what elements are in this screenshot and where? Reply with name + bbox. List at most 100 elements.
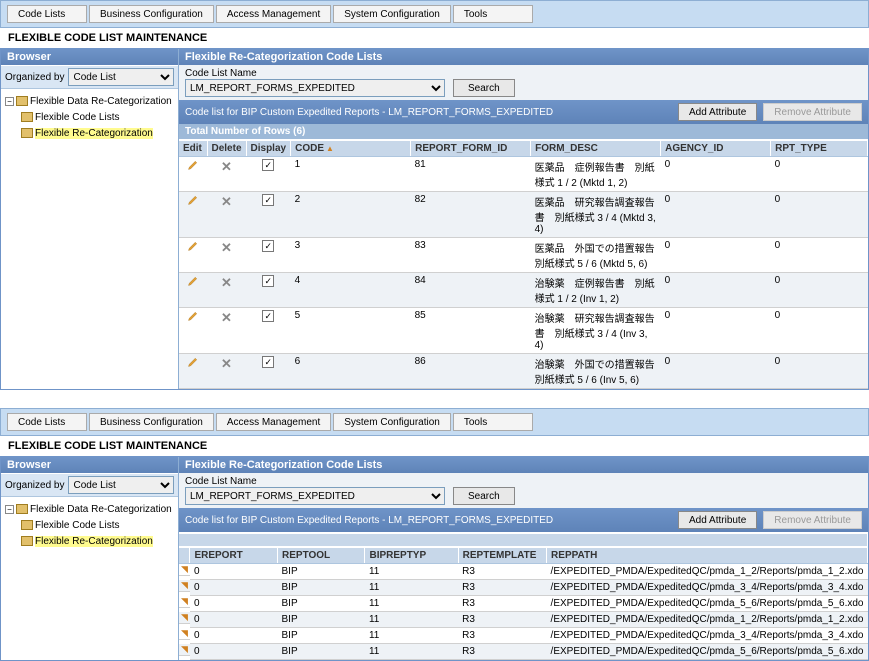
edit-icon[interactable] [183, 310, 203, 322]
tab-code-lists[interactable]: Code Lists [7, 413, 87, 431]
cell-rfid: 83 [411, 238, 531, 273]
tree: − Flexible Data Re-Categorization Flexib… [1, 497, 178, 559]
organized-by-label: Organized by [5, 72, 64, 83]
delete-icon[interactable]: ✕ [211, 194, 242, 210]
organized-by-row: Organized by Code List [1, 65, 178, 89]
tab-access-mgmt[interactable]: Access Management [216, 413, 331, 431]
cell-rfid: 86 [411, 354, 531, 389]
edit-icon[interactable] [183, 356, 203, 368]
col-ereport[interactable]: EREPORT [190, 547, 278, 564]
folder-icon [21, 128, 33, 138]
folder-icon [16, 96, 28, 106]
tab-business-config[interactable]: Business Configuration [89, 413, 214, 431]
col-agency-id[interactable]: AGENCY_ID [661, 140, 771, 157]
display-checkbox[interactable]: ✓ [262, 310, 274, 322]
table-row: ✕✓282医薬品 研究報告調査報告書 別紙様式 3 / 4 (Mktd 3, 4… [179, 192, 868, 238]
cell-rtype: 0 [771, 273, 868, 308]
col-code[interactable]: CODE▲ [291, 140, 411, 157]
organized-by-label: Organized by [5, 480, 64, 491]
tree-node-recat[interactable]: Flexible Re-Categorization [5, 533, 174, 549]
grid-a: Edit Delete Display CODE▲ REPORT_FORM_ID… [179, 139, 868, 389]
edit-icon[interactable] [183, 159, 203, 171]
col-reptemplate[interactable]: REPTEMPLATE [458, 547, 546, 564]
cell-rtype: 0 [771, 238, 868, 273]
search-button[interactable]: Search [453, 487, 515, 505]
code-list-name-label: Code List Name [185, 476, 445, 487]
cell-agency: 0 [661, 192, 771, 238]
detail-header: Code list for BIP Custom Expedited Repor… [179, 100, 868, 124]
table-row: ✕✓585治験薬 研究報告調査報告書 別紙様式 3 / 4 (Inv 3, 4)… [179, 308, 868, 354]
cell-rfid: 84 [411, 273, 531, 308]
add-attribute-button[interactable]: Add Attribute [678, 511, 757, 529]
tree-node-code-lists[interactable]: Flexible Code Lists [5, 109, 174, 125]
tab-business-config[interactable]: Business Configuration [89, 5, 214, 23]
delete-icon[interactable]: ✕ [211, 356, 242, 372]
code-list-name-select[interactable]: LM_REPORT_FORMS_EXPEDITED [185, 487, 445, 505]
cell-rtype: 0 [771, 192, 868, 238]
row-marker-icon: ◥ [179, 612, 190, 624]
remove-attribute-button: Remove Attribute [763, 511, 862, 529]
folder-icon [16, 504, 28, 514]
bottom-screenshot: Code Lists Business Configuration Access… [0, 408, 869, 661]
cell-fdesc: 治験薬 症例報告書 別紙様式 1 / 2 (Inv 1, 2) [531, 273, 661, 308]
search-row: Code List Name LM_REPORT_FORMS_EXPEDITED… [179, 65, 868, 100]
cell-bipreptyp: 11 [365, 564, 458, 580]
organized-by-select[interactable]: Code List [68, 68, 174, 86]
cell-bipreptyp: 11 [365, 580, 458, 596]
tab-code-lists[interactable]: Code Lists [7, 5, 87, 23]
row-marker-icon: ◥ [179, 580, 190, 592]
table-row: ◥0BIP11R3/EXPEDITED_PMDA/ExpeditedQC/pmd… [179, 580, 868, 596]
add-attribute-button[interactable]: Add Attribute [678, 103, 757, 121]
cell-code: 3 [291, 238, 411, 273]
cell-code: 5 [291, 308, 411, 354]
tree-label: Flexible Code Lists [35, 520, 119, 531]
col-reptool[interactable]: REPTOOL [278, 547, 365, 564]
folder-icon [21, 536, 33, 546]
col-report-form-id[interactable]: REPORT_FORM_ID [411, 140, 531, 157]
detail-title: Code list for BIP Custom Expedited Repor… [185, 515, 553, 526]
cell-bipreptyp: 11 [365, 644, 458, 660]
col-form-desc[interactable]: FORM_DESC [531, 140, 661, 157]
tree-node-code-lists[interactable]: Flexible Code Lists [5, 517, 174, 533]
tab-access-mgmt[interactable]: Access Management [216, 5, 331, 23]
cell-code: 4 [291, 273, 411, 308]
row-marker-icon: ◥ [179, 628, 190, 640]
col-corner [179, 547, 190, 564]
delete-icon[interactable]: ✕ [211, 275, 242, 291]
code-list-name-select[interactable]: LM_REPORT_FORMS_EXPEDITED [185, 79, 445, 97]
display-checkbox[interactable]: ✓ [262, 159, 274, 171]
tree-root[interactable]: − Flexible Data Re-Categorization [5, 93, 174, 109]
cell-code: 2 [291, 192, 411, 238]
tab-tools[interactable]: Tools [453, 413, 533, 431]
edit-icon[interactable] [183, 240, 203, 252]
display-checkbox[interactable]: ✓ [262, 240, 274, 252]
row-marker-icon: ◥ [179, 564, 190, 576]
minus-icon[interactable]: − [5, 505, 14, 514]
col-delete: Delete [207, 140, 246, 157]
col-reppath[interactable]: REPPATH [547, 547, 868, 564]
page-title: FLEXIBLE CODE LIST MAINTENANCE [0, 28, 869, 48]
cell-agency: 0 [661, 157, 771, 192]
delete-icon[interactable]: ✕ [211, 240, 242, 256]
edit-icon[interactable] [183, 194, 203, 206]
cell-reppath: /EXPEDITED_PMDA/ExpeditedQC/pmda_5_6/Rep… [547, 644, 868, 660]
tab-tools[interactable]: Tools [453, 5, 533, 23]
tab-system-config[interactable]: System Configuration [333, 413, 451, 431]
cell-rfid: 85 [411, 308, 531, 354]
display-checkbox[interactable]: ✓ [262, 275, 274, 287]
tab-system-config[interactable]: System Configuration [333, 5, 451, 23]
display-checkbox[interactable]: ✓ [262, 194, 274, 206]
delete-icon[interactable]: ✕ [211, 310, 242, 326]
organized-by-select[interactable]: Code List [68, 476, 174, 494]
delete-icon[interactable]: ✕ [211, 159, 242, 175]
remove-attribute-button: Remove Attribute [763, 103, 862, 121]
edit-icon[interactable] [183, 275, 203, 287]
search-button[interactable]: Search [453, 79, 515, 97]
display-checkbox[interactable]: ✓ [262, 356, 274, 368]
tree-node-recat[interactable]: Flexible Re-Categorization [5, 125, 174, 141]
minus-icon[interactable]: − [5, 97, 14, 106]
tree-root[interactable]: − Flexible Data Re-Categorization [5, 501, 174, 517]
cell-bipreptyp: 11 [365, 596, 458, 612]
col-bipreptyp[interactable]: BIPREPTYP [365, 547, 458, 564]
col-rpt-type[interactable]: RPT_TYPE [771, 140, 868, 157]
